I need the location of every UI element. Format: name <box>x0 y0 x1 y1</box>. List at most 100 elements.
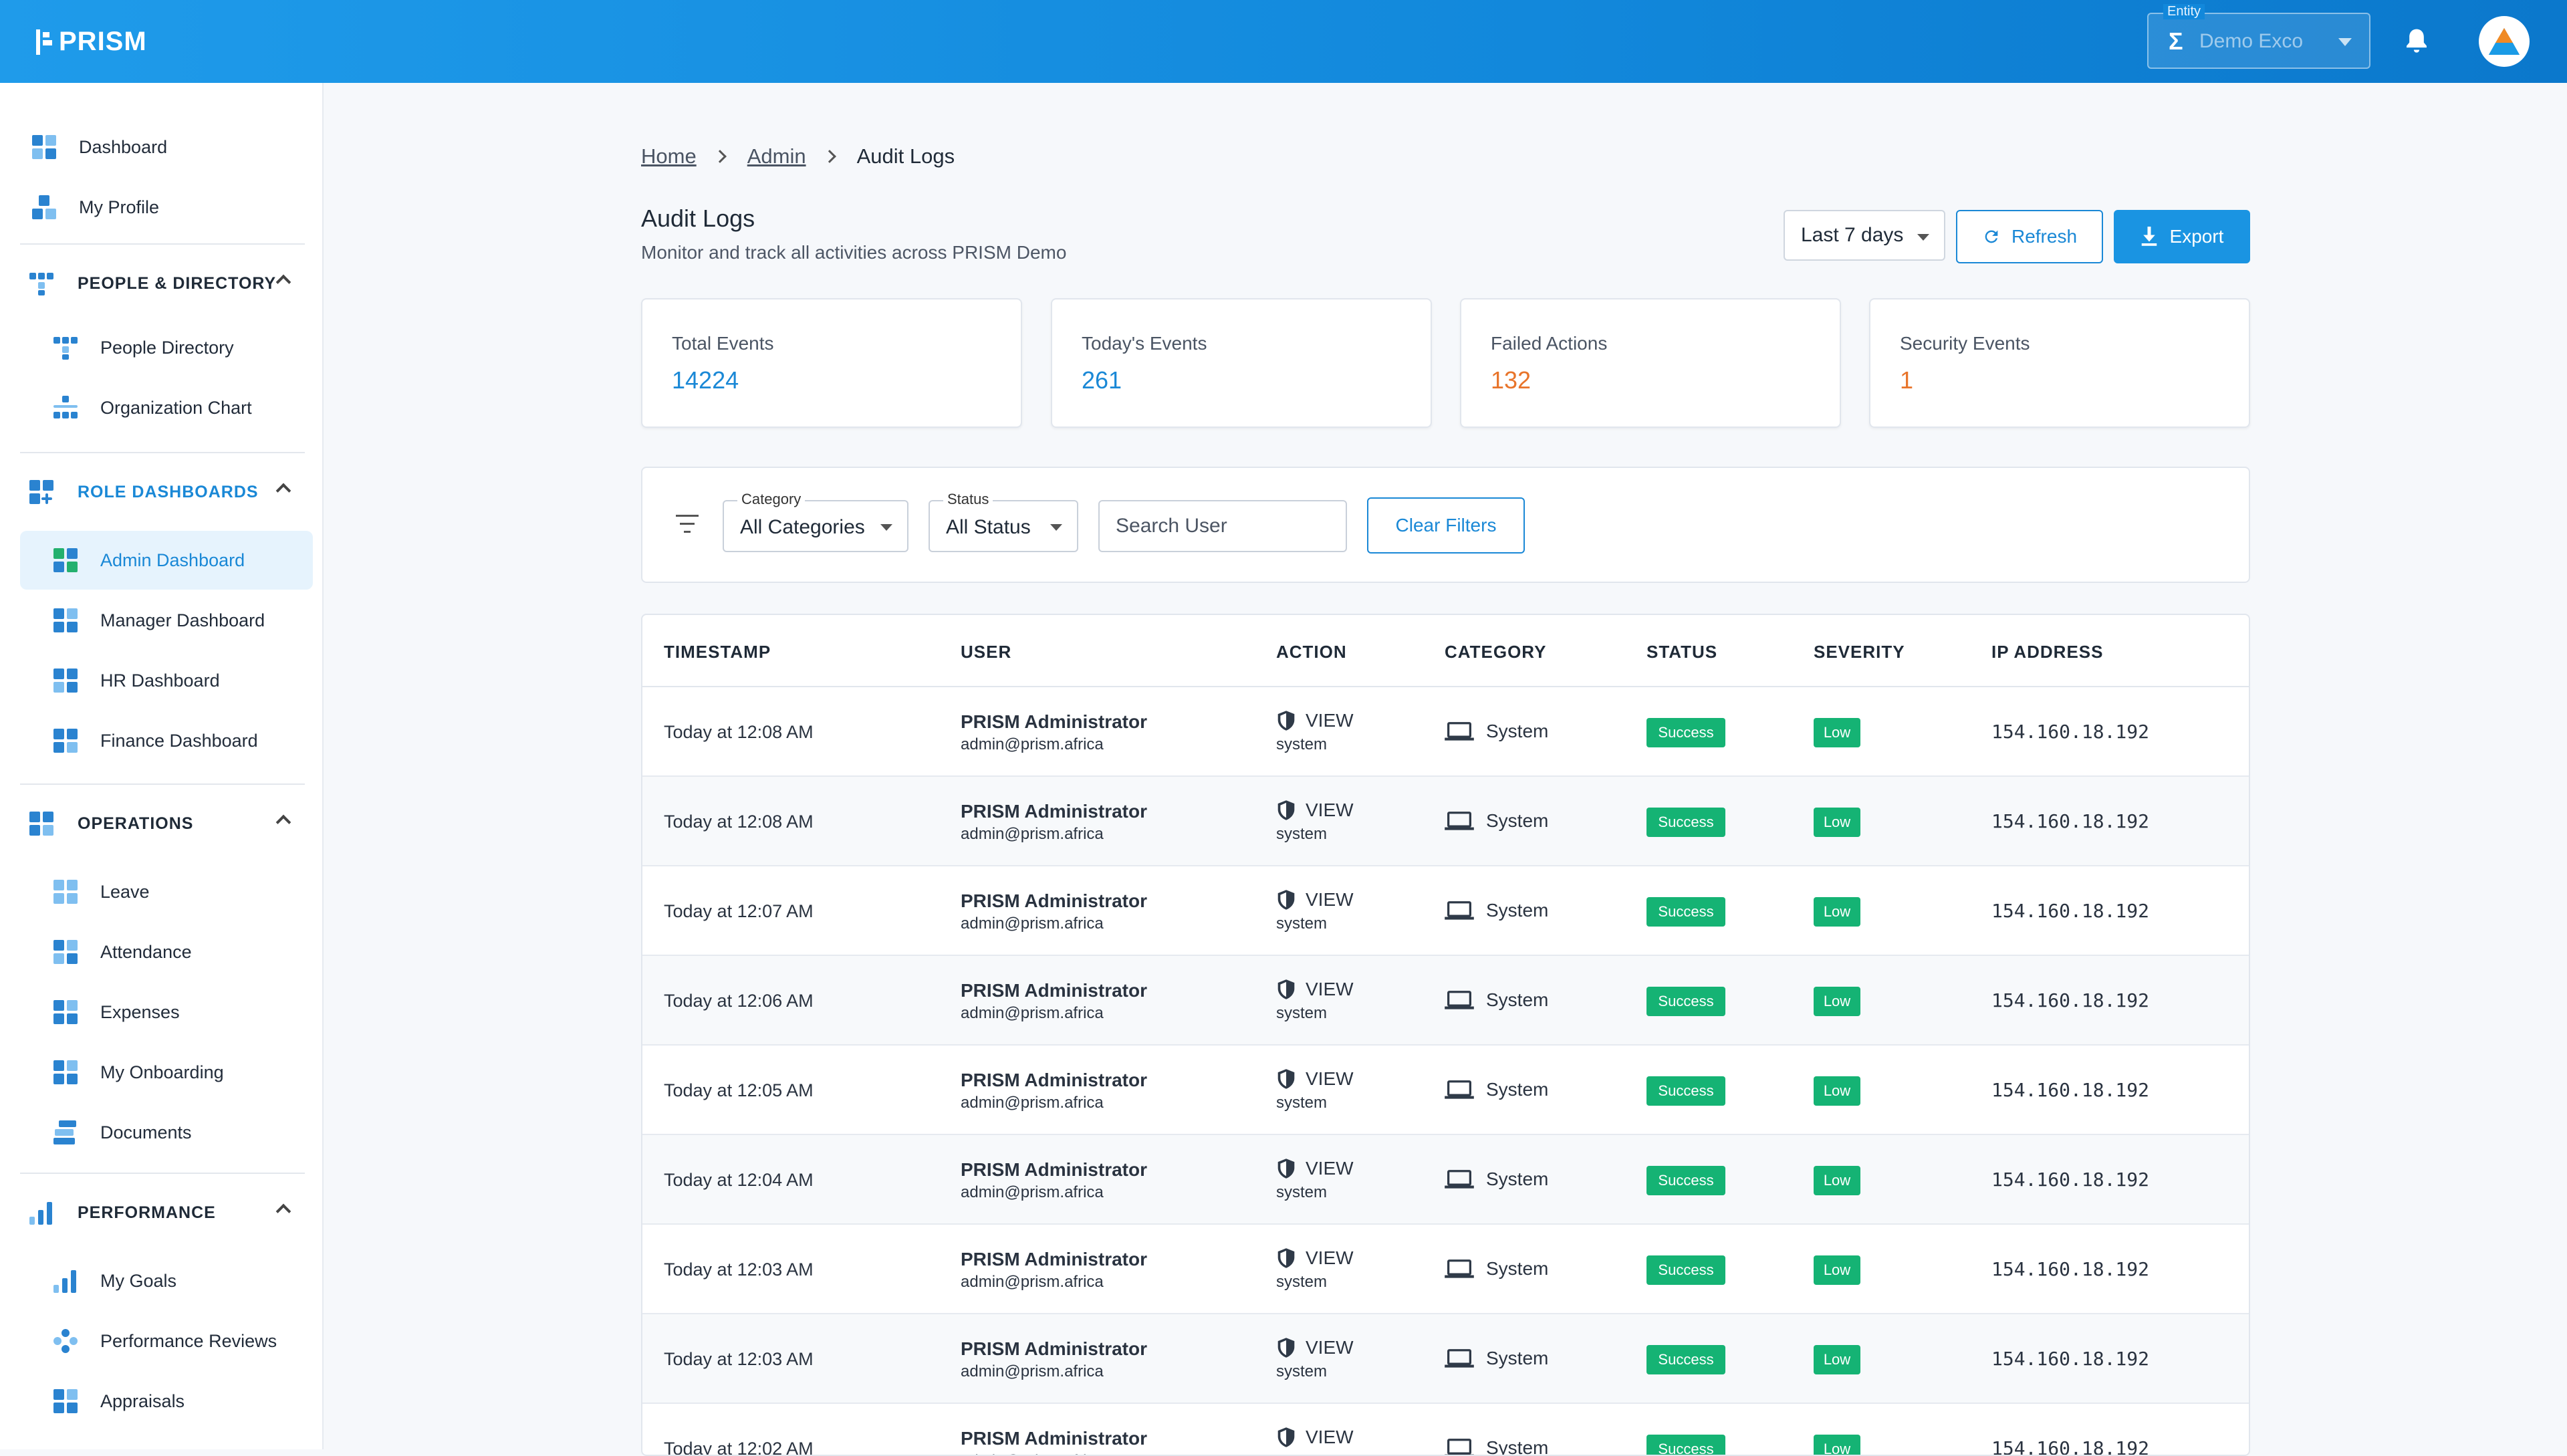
goals-icon <box>53 1269 78 1293</box>
shield-icon <box>1277 711 1295 731</box>
status-select[interactable]: Status All Status <box>929 491 1078 552</box>
column-header-user[interactable]: USER <box>961 642 1011 662</box>
section-title: PEOPLE & DIRECTORY <box>78 273 277 293</box>
section-role-dashboards[interactable]: ROLE DASHBOARDS <box>20 465 313 519</box>
sidebar-divider <box>20 452 305 453</box>
sidebar-item-my-profile[interactable]: My Profile <box>20 178 313 237</box>
breadcrumb-admin-link[interactable]: Admin <box>747 144 806 168</box>
ip-address-cell: 154.160.18.192 <box>1991 1348 2150 1370</box>
sidebar-item-finance-dashboard[interactable]: Finance Dashboard <box>20 711 313 770</box>
stat-value: 132 <box>1491 366 1532 394</box>
laptop-icon <box>1445 812 1474 830</box>
sidebar-item-expenses[interactable]: Expenses <box>20 983 313 1042</box>
section-operations[interactable]: OPERATIONS <box>20 797 313 850</box>
search-user-input[interactable] <box>1098 500 1347 552</box>
column-header-timestamp[interactable]: TIMESTAMP <box>664 642 771 662</box>
clear-filters-button[interactable]: Clear Filters <box>1367 497 1525 554</box>
sidebar-item-manager-dashboard[interactable]: Manager Dashboard <box>20 591 313 650</box>
onboarding-icon <box>53 1060 78 1084</box>
sidebar-item-hr-dashboard[interactable]: HR Dashboard <box>20 651 313 710</box>
sidebar-item-my-onboarding[interactable]: My Onboarding <box>20 1043 313 1102</box>
sidebar-item-label: Attendance <box>100 941 192 962</box>
reviews-icon <box>53 1329 78 1353</box>
ip-address-cell: 154.160.18.192 <box>1991 1437 2150 1456</box>
table-row[interactable]: Today at 12:07 AM PRISM Administrator ad… <box>642 866 2249 956</box>
sidebar-item-admin-dashboard[interactable]: Admin Dashboard <box>20 531 313 590</box>
user-avatar[interactable] <box>2479 16 2530 67</box>
category-cell: System <box>1445 900 1548 921</box>
timestamp-cell: Today at 12:06 AM <box>664 991 814 1011</box>
status-badge: Success <box>1646 718 1725 747</box>
entity-select[interactable]: Entity Σ Demo Exco <box>2147 4 2370 69</box>
manager-dashboard-icon <box>53 608 78 632</box>
sidebar-item-label: Manager Dashboard <box>100 610 265 630</box>
date-range-select[interactable]: Last 7 days <box>1784 210 1945 261</box>
category-value: All Categories <box>740 516 865 538</box>
sidebar-item-documents[interactable]: Documents <box>20 1103 313 1162</box>
sidebar-item-dashboard[interactable]: Dashboard <box>20 118 313 176</box>
table-row[interactable]: Today at 12:02 AM PRISM Administrator ad… <box>642 1404 2249 1456</box>
category-name: System <box>1486 1437 1549 1456</box>
chevron-up-icon <box>275 483 291 499</box>
sidebar-item-label: My Onboarding <box>100 1062 224 1082</box>
category-select[interactable]: Category All Categories <box>723 491 908 552</box>
user-name: PRISM Administrator <box>961 1249 1147 1269</box>
table-row[interactable]: Today at 12:08 AM PRISM Administrator ad… <box>642 687 2249 777</box>
chevron-up-icon <box>275 274 291 290</box>
shield-icon <box>1277 979 1295 999</box>
export-label: Export <box>2169 226 2224 247</box>
ip-address-cell: 154.160.18.192 <box>1991 1079 2150 1101</box>
column-header-ip-address[interactable]: IP ADDRESS <box>1991 642 2104 662</box>
action-target: system <box>1276 1183 1328 1201</box>
sidebar-item-my-goals[interactable]: My Goals <box>20 1251 313 1310</box>
sidebar-item-organization-chart[interactable]: Organization Chart <box>20 378 313 437</box>
category-name: System <box>1486 900 1549 921</box>
status-badge: Success <box>1646 1435 1725 1455</box>
laptop-icon <box>1445 1259 1474 1278</box>
status-badge: Success <box>1646 808 1725 837</box>
severity-badge: Low <box>1814 1166 1860 1195</box>
table-row[interactable]: Today at 12:03 AM PRISM Administrator ad… <box>642 1314 2249 1404</box>
timestamp-cell: Today at 12:07 AM <box>664 901 814 921</box>
action-name: VIEW <box>1306 1158 1354 1179</box>
filter-icon[interactable] <box>676 515 699 533</box>
action-cell: VIEW system <box>1276 979 1354 1023</box>
breadcrumb-home-link[interactable]: Home <box>641 144 697 168</box>
column-header-severity[interactable]: SEVERITY <box>1814 642 1905 662</box>
action-cell: VIEW system <box>1276 710 1354 754</box>
leave-icon <box>53 880 78 904</box>
user-name: PRISM Administrator <box>961 1428 1147 1449</box>
sidebar-item-leave[interactable]: Leave <box>20 862 313 921</box>
column-header-status[interactable]: STATUS <box>1646 642 1717 662</box>
table-row[interactable]: Today at 12:06 AM PRISM Administrator ad… <box>642 956 2249 1046</box>
column-header-category[interactable]: CATEGORY <box>1445 642 1546 662</box>
stat-value: 14224 <box>672 366 739 394</box>
refresh-button[interactable]: Refresh <box>1956 210 2103 263</box>
table-row[interactable]: Today at 12:03 AM PRISM Administrator ad… <box>642 1225 2249 1314</box>
table-row[interactable]: Today at 12:04 AM PRISM Administrator ad… <box>642 1135 2249 1225</box>
sidebar-item-appraisals[interactable]: Appraisals <box>20 1372 313 1431</box>
user-cell: PRISM Administrator admin@prism.africa <box>961 890 1147 933</box>
sidebar-item-attendance[interactable]: Attendance <box>20 923 313 981</box>
section-performance[interactable]: PERFORMANCE <box>20 1186 313 1239</box>
sidebar-item-performance-reviews[interactable]: Performance Reviews <box>20 1312 313 1370</box>
sidebar-item-people-directory[interactable]: People Directory <box>20 318 313 377</box>
action-target: system <box>1276 1273 1328 1291</box>
sidebar-item-label: Leave <box>100 881 150 902</box>
table-row[interactable]: Today at 12:08 AM PRISM Administrator ad… <box>642 777 2249 866</box>
section-people-directory[interactable]: PEOPLE & DIRECTORY <box>20 257 313 310</box>
status-value: All Status <box>946 516 1031 538</box>
action-name: VIEW <box>1306 979 1354 999</box>
column-header-action[interactable]: ACTION <box>1276 642 1347 662</box>
top-app-bar: PRISM Entity Σ Demo Exco <box>0 0 2567 83</box>
action-target: system <box>1276 915 1328 933</box>
table-row[interactable]: Today at 12:05 AM PRISM Administrator ad… <box>642 1046 2249 1135</box>
prism-logo[interactable]: PRISM <box>36 27 147 57</box>
export-button[interactable]: Export <box>2114 210 2250 263</box>
severity-badge: Low <box>1814 1255 1860 1285</box>
notification-bell-icon[interactable] <box>2403 27 2430 56</box>
expenses-icon <box>53 1000 78 1024</box>
category-cell: System <box>1445 1169 1548 1190</box>
sidebar-divider <box>20 243 305 245</box>
category-cell: System <box>1445 721 1548 742</box>
